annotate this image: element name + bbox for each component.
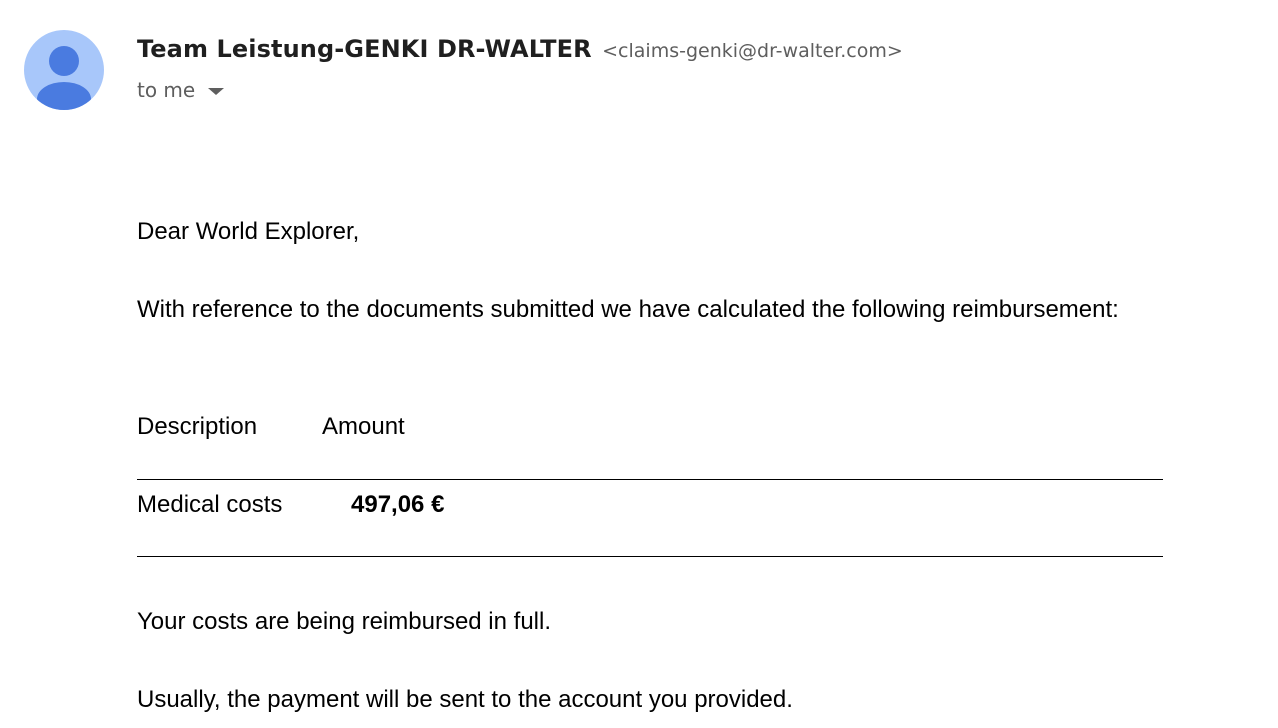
recipient-details-toggle[interactable]: to me [137,76,225,104]
table-header-amount: Amount [322,413,405,440]
caret-down-icon[interactable] [208,87,225,95]
table-divider [137,556,1163,557]
recipient-label: to me [137,78,196,102]
sender-header: Team Leistung-GENKI DR-WALTER <claims-ge… [137,32,903,70]
email-greeting: Dear World Explorer, [137,218,360,245]
sender-avatar-icon[interactable] [24,30,104,110]
table-header-description: Description [137,413,258,440]
person-icon [37,46,91,110]
reimbursement-note: Your costs are being reimbursed in full. [137,608,551,635]
email-intro: With reference to the documents submitte… [137,296,1119,323]
sender-email: <claims-genki@dr-walter.com> [602,40,903,62]
payment-note: Usually, the payment will be sent to the… [137,686,793,713]
table-divider [137,479,1163,480]
sender-name[interactable]: Team Leistung-GENKI DR-WALTER [137,35,592,63]
table-cell-description: Medical costs [137,491,283,518]
table-cell-amount: 497,06 € [351,491,445,518]
